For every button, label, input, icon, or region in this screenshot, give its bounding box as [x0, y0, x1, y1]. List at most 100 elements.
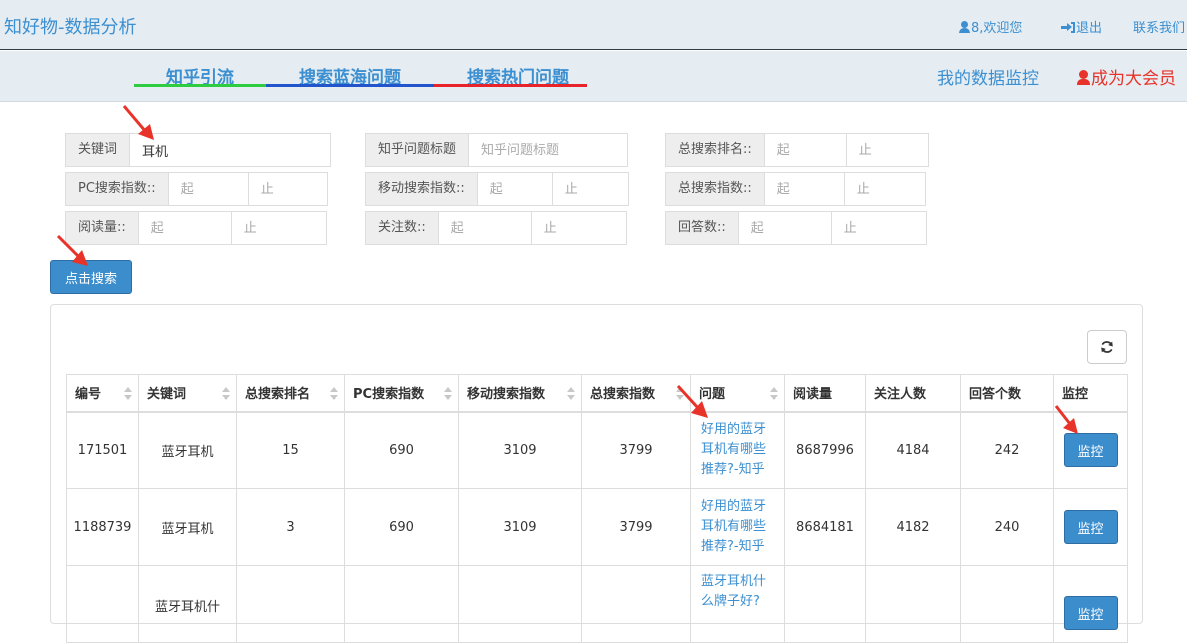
column-header[interactable]: 移动搜索指数	[458, 374, 582, 413]
monitor-button[interactable]: 监控	[1063, 510, 1118, 544]
follows-from-input[interactable]	[437, 211, 532, 245]
reads-label: 阅读量::	[65, 211, 138, 245]
cell-total-index	[581, 565, 691, 643]
cell-id	[66, 565, 139, 643]
cell-action: 监控	[1053, 488, 1128, 566]
user-greeting-text: 8,欢迎您	[971, 21, 1023, 36]
reads-to-input[interactable]	[231, 211, 327, 245]
column-header[interactable]: 关键词	[138, 374, 237, 413]
total-index-from-input[interactable]	[763, 172, 845, 206]
cell-question: 蓝牙耳机什 么牌子好?	[690, 565, 785, 643]
monitor-button[interactable]: 监控	[1063, 433, 1118, 468]
sort-icon[interactable]	[770, 387, 778, 401]
cell-mobile-index: 3109	[458, 411, 582, 489]
sort-icon[interactable]	[567, 387, 575, 401]
keyword-filter: 关键词	[65, 133, 335, 167]
pc-index-filter: PC搜索指数::	[65, 172, 335, 206]
logout-icon	[1061, 22, 1075, 33]
cell-id: 1188739	[66, 488, 139, 566]
total-index-to-input[interactable]	[844, 172, 926, 206]
follows-label: 关注数::	[365, 211, 438, 245]
mobile-index-from-input[interactable]	[476, 172, 553, 206]
logout-text: 退出	[1076, 21, 1103, 36]
total-index-label: 总搜索指数::	[665, 172, 764, 206]
total-rank-filter: 总搜索排名::	[665, 133, 935, 167]
table-header-row: 编号 关键词 总搜索排名 PC搜索指数 移动搜索指数 总搜索指数 问题 阅读量 …	[66, 374, 1128, 413]
cell-pc-index: 690	[344, 488, 459, 566]
cell-follows	[865, 565, 961, 643]
cell-total-index: 3799	[581, 411, 691, 489]
table-row: 1188739 蓝牙耳机 3 690 3109 3799 好用的蓝牙 耳机有哪些…	[66, 488, 1128, 566]
refresh-icon	[1101, 341, 1113, 353]
cell-question: 好用的蓝牙 耳机有哪些 推荐?-知乎	[690, 488, 785, 566]
cell-total-index: 3799	[581, 488, 691, 566]
sort-icon[interactable]	[330, 387, 338, 401]
question-link[interactable]: 蓝牙耳机什 么牌子好?	[697, 572, 778, 612]
cell-action: 监控	[1053, 411, 1128, 489]
tab-underline-green	[134, 84, 266, 87]
total-index-filter: 总搜索指数::	[665, 172, 935, 206]
question-title-filter: 知乎问题标题	[365, 133, 635, 167]
keyword-input[interactable]	[129, 133, 332, 167]
cell-action: 监控	[1053, 565, 1128, 643]
cell-follows: 4182	[865, 488, 961, 566]
user-greeting-link[interactable]: 8,欢迎您	[959, 17, 1022, 36]
sort-icon[interactable]	[444, 387, 452, 401]
my-monitor-link[interactable]: 我的数据监控	[937, 64, 1039, 89]
become-vip-link[interactable]: 成为大会员	[1077, 64, 1176, 89]
cell-keyword: 蓝牙耳机什	[138, 565, 237, 643]
contact-link[interactable]: 联系我们	[1133, 17, 1185, 36]
follows-filter: 关注数::	[365, 211, 635, 245]
cell-id: 171501	[66, 411, 139, 489]
total-rank-from-input[interactable]	[763, 133, 847, 167]
column-header[interactable]: PC搜索指数	[344, 374, 459, 413]
keyword-label: 关键词	[65, 133, 130, 167]
question-title-input[interactable]	[468, 133, 629, 167]
sort-icon[interactable]	[222, 387, 230, 401]
answers-from-input[interactable]	[737, 211, 832, 245]
question-link[interactable]: 好用的蓝牙 耳机有哪些 推荐?-知乎	[697, 497, 778, 557]
reads-filter: 阅读量::	[65, 211, 335, 245]
reads-from-input[interactable]	[137, 211, 232, 245]
follows-to-input[interactable]	[531, 211, 627, 245]
cell-keyword: 蓝牙耳机	[138, 488, 237, 566]
pc-index-to-input[interactable]	[248, 172, 328, 206]
cell-keyword: 蓝牙耳机	[138, 411, 237, 489]
question-link[interactable]: 好用的蓝牙 耳机有哪些 推荐?-知乎	[697, 420, 778, 480]
column-header: 回答个数	[960, 374, 1054, 413]
cell-reads: 8684181	[784, 488, 866, 566]
column-header[interactable]: 总搜索排名	[236, 374, 345, 413]
sort-icon[interactable]	[676, 387, 684, 401]
refresh-button[interactable]	[1087, 330, 1127, 364]
mobile-index-filter: 移动搜索指数::	[365, 172, 635, 206]
cell-pc-index	[344, 565, 459, 643]
cell-answers: 240	[960, 488, 1054, 566]
cell-reads	[784, 565, 866, 643]
total-rank-to-input[interactable]	[846, 133, 929, 167]
column-header[interactable]: 编号	[66, 374, 139, 413]
cell-rank: 3	[236, 488, 345, 566]
brand-title[interactable]: 知好物-数据分析	[4, 13, 137, 39]
answers-to-input[interactable]	[831, 211, 927, 245]
mobile-index-to-input[interactable]	[552, 172, 629, 206]
cell-mobile-index	[458, 565, 582, 643]
monitor-button[interactable]: 监控	[1063, 596, 1118, 630]
logout-link[interactable]: 退出	[1061, 17, 1102, 36]
column-header: 阅读量	[784, 374, 866, 413]
column-header[interactable]: 问题	[690, 374, 785, 413]
total-rank-label: 总搜索排名::	[665, 133, 764, 167]
answers-label: 回答数::	[665, 211, 738, 245]
sort-icon[interactable]	[124, 387, 132, 401]
cell-mobile-index: 3109	[458, 488, 582, 566]
answers-filter: 回答数::	[665, 211, 935, 245]
vip-text: 成为大会员	[1091, 69, 1176, 89]
column-header[interactable]: 总搜索指数	[581, 374, 691, 413]
mobile-index-label: 移动搜索指数::	[365, 172, 477, 206]
table-row: 171501 蓝牙耳机 15 690 3109 3799 好用的蓝牙 耳机有哪些…	[66, 411, 1128, 489]
pc-index-from-input[interactable]	[167, 172, 249, 206]
column-header: 监控	[1053, 374, 1128, 413]
results-table: 编号 关键词 总搜索排名 PC搜索指数 移动搜索指数 总搜索指数 问题 阅读量 …	[66, 374, 1128, 643]
cell-rank	[236, 565, 345, 643]
column-header: 关注人数	[865, 374, 961, 413]
search-button[interactable]: 点击搜索	[50, 260, 132, 294]
